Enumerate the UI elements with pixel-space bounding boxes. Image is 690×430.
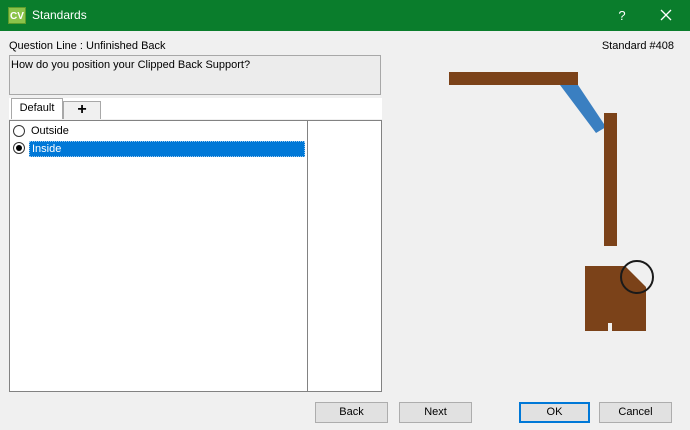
option-label: Outside xyxy=(31,125,69,137)
back-button[interactable]: Back xyxy=(315,402,388,423)
add-tab-button[interactable]: + xyxy=(63,101,101,119)
preview-image xyxy=(420,55,680,345)
window-title: Standards xyxy=(32,8,87,22)
option-label: Inside xyxy=(29,141,305,157)
help-button[interactable]: ? xyxy=(607,0,637,31)
option-inside[interactable]: Inside xyxy=(13,140,307,157)
question-text: How do you position your Clipped Back Su… xyxy=(9,55,381,95)
cancel-button[interactable]: Cancel xyxy=(599,402,672,423)
tab-strip: Default + xyxy=(9,98,382,119)
panel-divider xyxy=(307,121,308,391)
title-bar: CV Standards ? xyxy=(0,0,690,31)
next-button[interactable]: Next xyxy=(399,402,472,423)
close-button[interactable] xyxy=(652,0,682,31)
clipped-back-diagram-icon xyxy=(449,72,617,246)
radio-inside[interactable] xyxy=(13,142,25,154)
ok-button[interactable]: OK xyxy=(519,402,590,423)
close-icon xyxy=(660,9,672,21)
standard-number: Standard #408 xyxy=(601,40,674,52)
tab-default[interactable]: Default xyxy=(11,98,63,119)
question-line-label: Question Line : Unfinished Back xyxy=(9,40,166,52)
options-list: Outside Inside xyxy=(9,120,382,392)
option-outside[interactable]: Outside xyxy=(13,123,307,139)
corner-joint-diagram-icon xyxy=(585,266,646,331)
radio-outside[interactable] xyxy=(13,125,25,137)
app-logo-icon: CV xyxy=(8,7,26,24)
